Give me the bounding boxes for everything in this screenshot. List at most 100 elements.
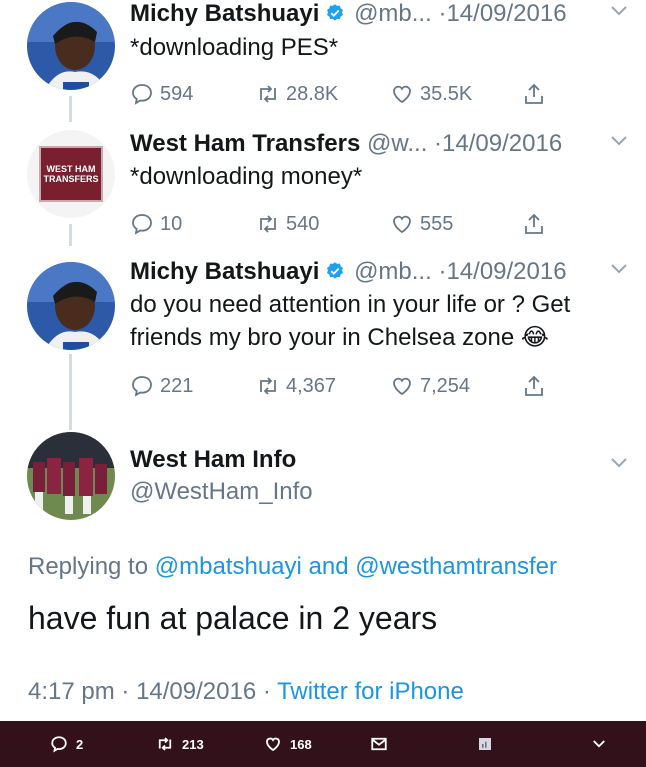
tweet-2[interactable]: WEST HAM TRANSFERS West Ham Transfers @w… [0, 124, 646, 246]
like-count: 7,254 [420, 375, 471, 397]
chevron-down-icon [593, 740, 605, 748]
heart-icon [393, 377, 411, 396]
heart-icon [266, 737, 280, 752]
avatar[interactable] [27, 2, 115, 90]
retweet-icon [260, 215, 276, 233]
retweet-button[interactable]: 213 [156, 721, 204, 767]
envelope-icon [371, 737, 387, 751]
like-count: 35.5K [420, 83, 473, 105]
like-count: 168 [290, 736, 312, 752]
tweet-date[interactable]: 14/09/2016 [446, 258, 566, 285]
chevron-down-icon[interactable] [610, 456, 628, 470]
separator-dot: · [434, 130, 443, 157]
reply-button[interactable]: 221 [130, 372, 193, 400]
verified-badge-icon [327, 262, 344, 279]
tweet-header: West Ham Transfers @w... ·14/09/2016 [130, 130, 646, 158]
like-button[interactable]: 7,254 [390, 372, 470, 400]
michy-avatar-icon [27, 262, 115, 350]
separator-dot: · [121, 678, 130, 705]
logo-text: TRANSFERS [43, 174, 99, 184]
reply-count: 2 [76, 736, 84, 752]
and-text: and [308, 553, 349, 580]
display-name[interactable]: West Ham Transfers [130, 130, 360, 157]
retweet-count: 4,367 [286, 375, 337, 397]
handle[interactable]: @w... [367, 130, 427, 157]
tweet-time[interactable]: 4:17 pm [28, 678, 115, 705]
retweet-count: 540 [286, 213, 320, 235]
tweet-actions: 10 540 555 [130, 210, 560, 238]
share-button[interactable] [522, 80, 552, 108]
share-icon [525, 213, 543, 234]
like-button[interactable]: 168 [264, 721, 312, 767]
tweet-date[interactable]: 14/09/2016 [442, 130, 562, 157]
tweet-text-line: friends my bro your in Chelsea zone 😂 [130, 324, 549, 351]
display-name[interactable]: Michy Batshuayi [130, 0, 319, 27]
tweet-source[interactable]: Twitter for iPhone [277, 678, 464, 705]
analytics-button[interactable] [476, 721, 502, 767]
share-icon [525, 375, 543, 396]
tweet-actions: 594 28.8K 35.5K [130, 80, 560, 108]
share-button[interactable] [522, 210, 552, 238]
retweet-icon [260, 85, 276, 103]
display-name[interactable]: Michy Batshuayi [130, 258, 319, 285]
reply-count: 594 [160, 83, 194, 105]
reply-button[interactable]: 10 [130, 210, 182, 238]
more-button[interactable] [590, 721, 616, 767]
reply-icon [51, 736, 67, 753]
michy-avatar-icon [27, 2, 115, 90]
tweet-meta: 4:17 pm · 14/09/2016 · Twitter for iPhon… [28, 678, 464, 706]
retweet-count: 213 [182, 736, 204, 752]
west-ham-team-photo-icon [27, 432, 115, 520]
reply-count: 10 [160, 213, 183, 235]
handle[interactable]: @mb... [354, 258, 432, 285]
tweet-3[interactable]: Michy Batshuayi @mb... ·14/09/2016 do yo… [0, 254, 646, 430]
retweet-button[interactable]: 4,367 [256, 372, 336, 400]
reply-icon [132, 214, 152, 235]
chevron-down-icon[interactable] [610, 4, 628, 18]
like-count: 555 [420, 213, 454, 235]
bottom-action-bar: 2 213 168 [0, 721, 646, 767]
retweet-button[interactable]: 540 [256, 210, 319, 238]
avatar[interactable]: WEST HAM TRANSFERS [27, 130, 115, 218]
thread-line [69, 224, 72, 246]
like-button[interactable]: 555 [390, 210, 453, 238]
verified-badge-icon [327, 4, 344, 21]
mention-link[interactable]: @mbatshuayi [155, 553, 302, 580]
reply-button[interactable]: 594 [130, 80, 193, 108]
handle[interactable]: @mb... [354, 0, 432, 27]
avatar[interactable] [27, 262, 115, 350]
tweet-date[interactable]: 14/09/2016 [446, 0, 566, 27]
tweet-header: Michy Batshuayi @mb... ·14/09/2016 [130, 0, 646, 28]
tweet-actions: 221 4,367 7,254 [130, 372, 560, 400]
tweet-header: Michy Batshuayi @mb... ·14/09/2016 [130, 258, 646, 286]
mention-link[interactable]: @westhamtransfer [355, 553, 557, 580]
like-button[interactable]: 35.5K [390, 80, 472, 108]
logo-text: WEST HAM [46, 164, 96, 174]
replying-to: Replying to @mbatshuayi and @westhamtran… [28, 553, 557, 581]
analytics-icon [479, 738, 491, 750]
display-name[interactable]: West Ham Info [130, 446, 296, 473]
direct-message-button[interactable] [370, 721, 396, 767]
reply-button[interactable]: 2 [50, 721, 83, 767]
reply-icon [132, 376, 152, 397]
tweet-header: West Ham Info [130, 446, 646, 474]
share-icon [525, 83, 543, 104]
chevron-down-icon[interactable] [610, 262, 628, 276]
replying-prefix: Replying to [28, 553, 149, 580]
heart-icon [393, 215, 411, 234]
avatar[interactable] [27, 432, 115, 520]
tweet-date[interactable]: 14/09/2016 [136, 678, 256, 705]
thread-line [69, 96, 72, 122]
chevron-down-icon[interactable] [610, 134, 628, 148]
tweet-text: *downloading PES* [130, 34, 339, 61]
retweet-count: 28.8K [286, 83, 339, 105]
heart-icon [393, 85, 411, 104]
tweet-text: do you need attention in your life or ? … [130, 288, 626, 354]
tweet-1[interactable]: Michy Batshuayi @mb... ·14/09/2016 *down… [0, 0, 646, 124]
share-button[interactable] [522, 372, 552, 400]
thread-line [69, 354, 72, 430]
retweet-icon [260, 377, 276, 395]
reply-count: 221 [160, 375, 194, 397]
handle[interactable]: @WestHam_Info [130, 478, 646, 506]
retweet-button[interactable]: 28.8K [256, 80, 338, 108]
